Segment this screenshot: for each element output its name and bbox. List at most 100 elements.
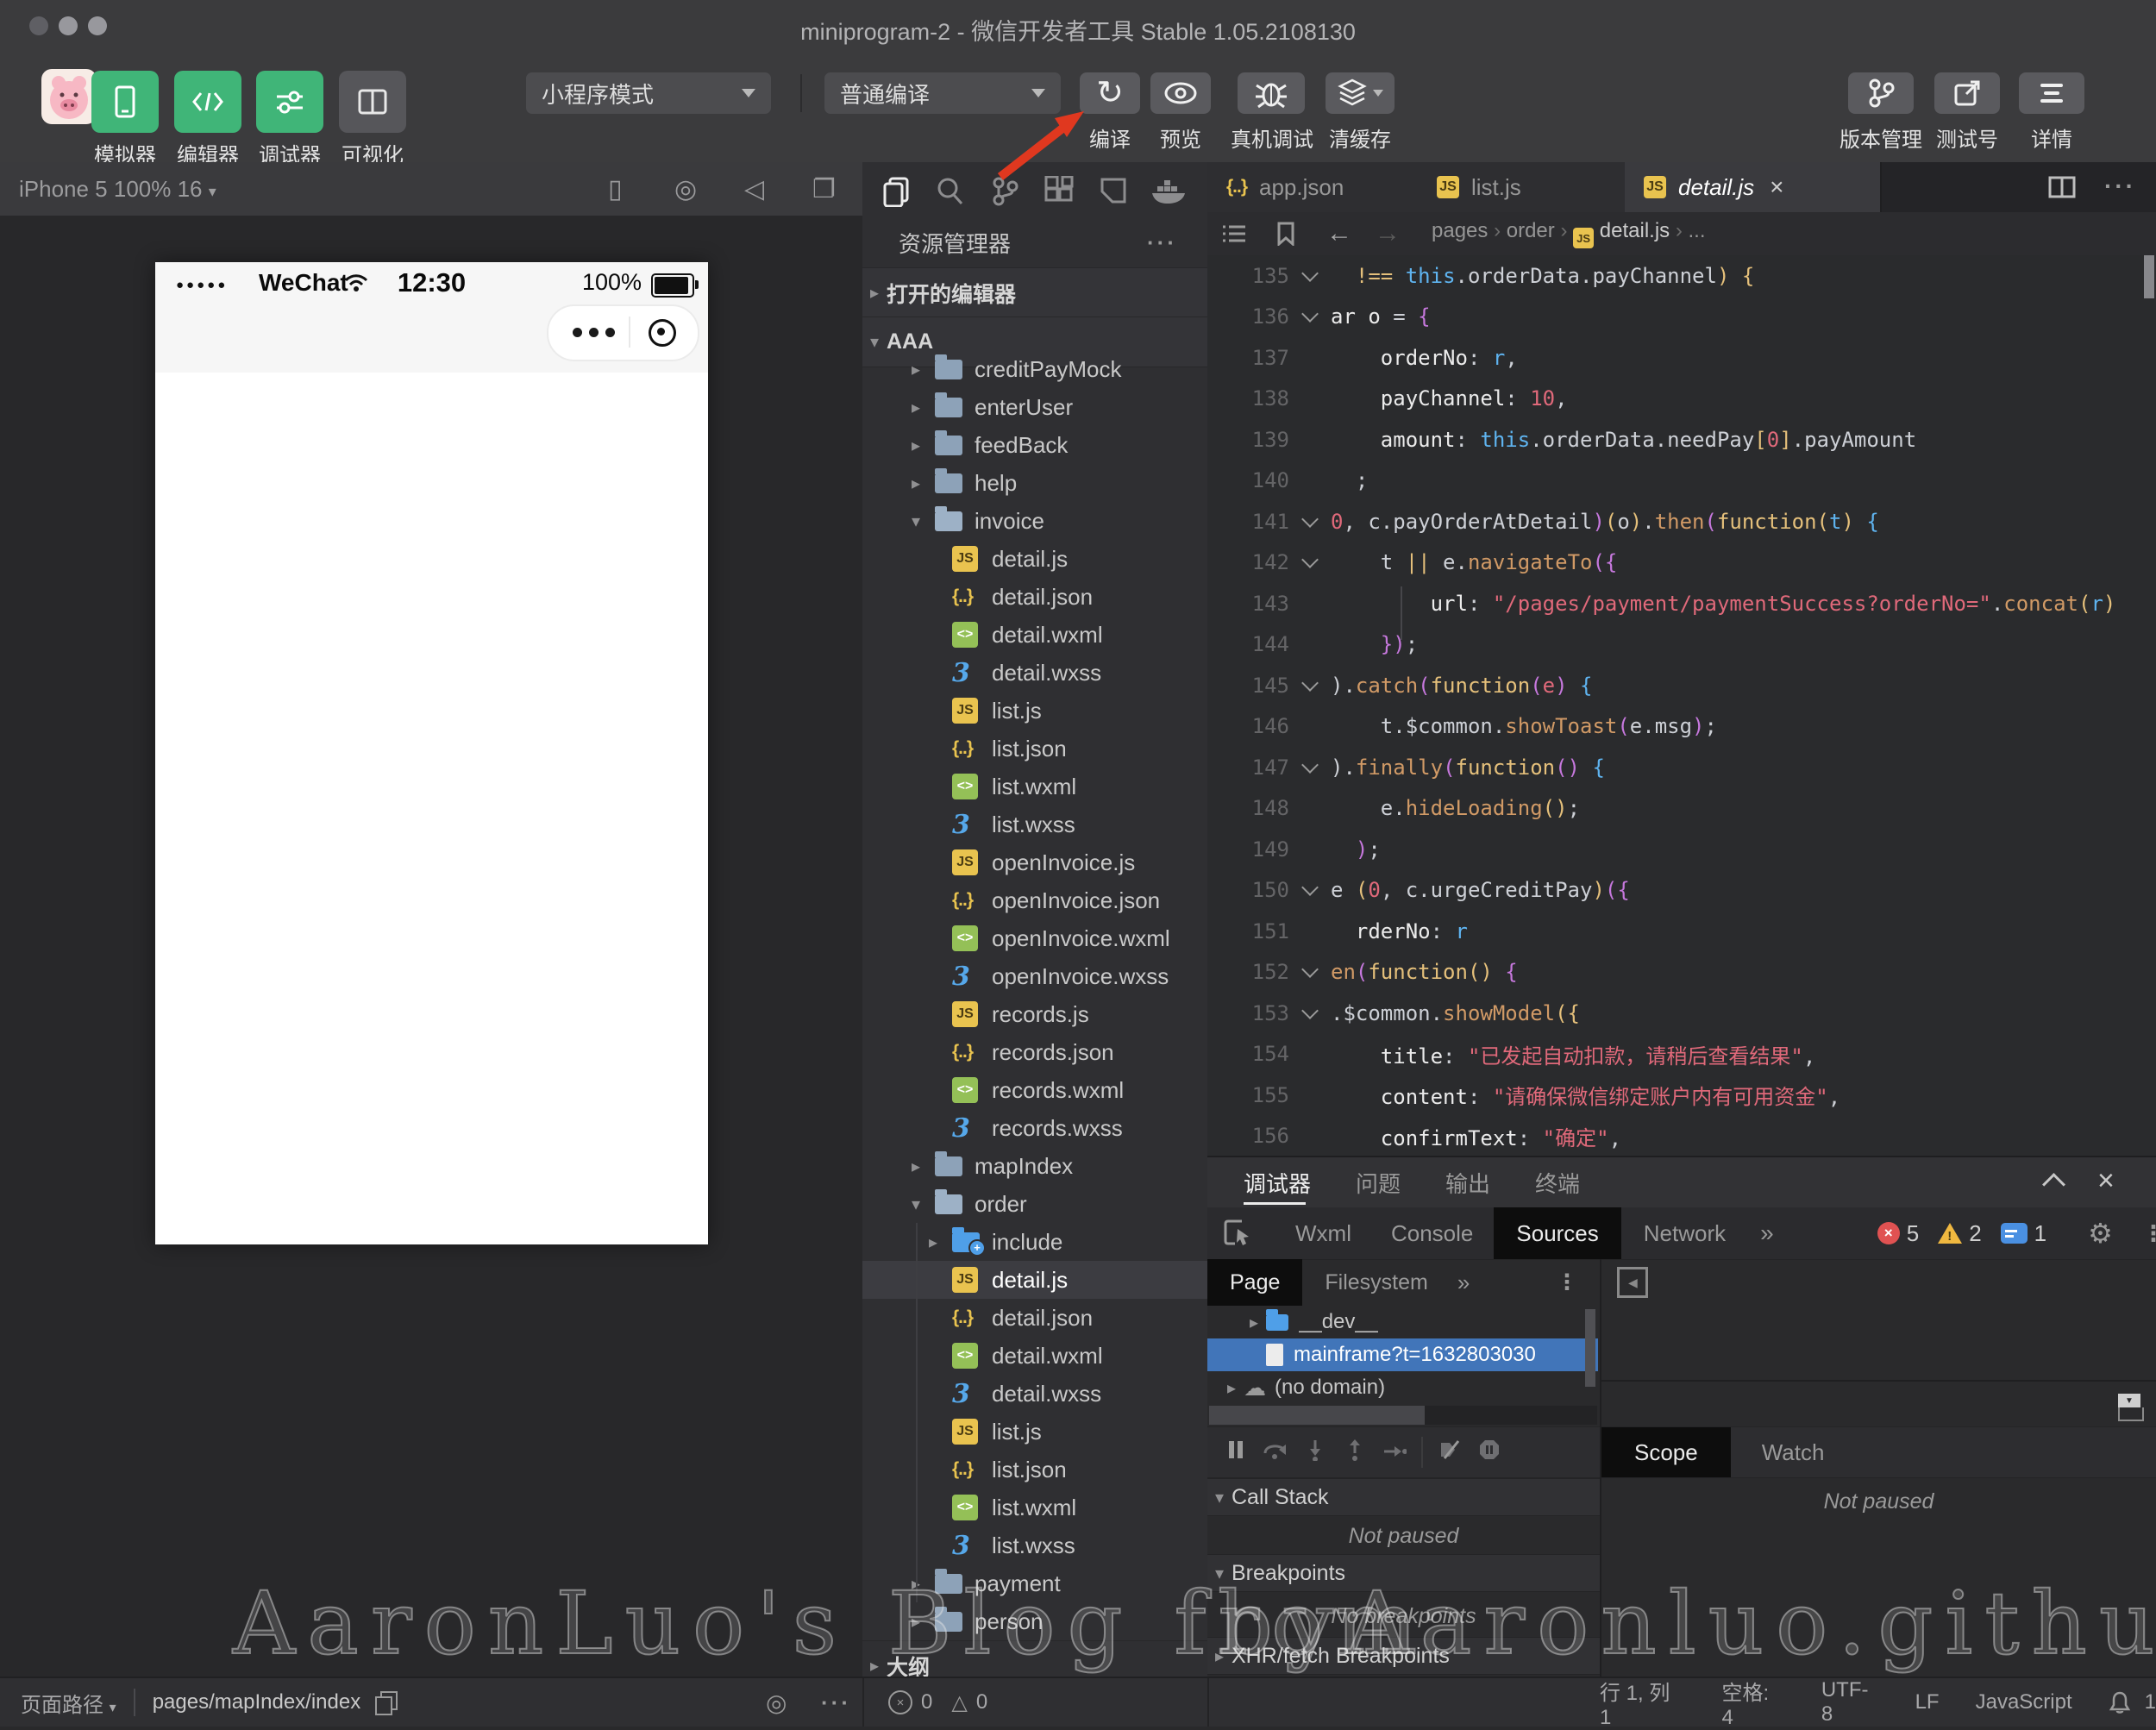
message-badge[interactable]: 1 bbox=[2000, 1220, 2046, 1247]
tree-item-detail.wxml[interactable]: <> detail.wxml bbox=[862, 616, 1207, 654]
tab-watch[interactable]: Watch bbox=[1762, 1439, 1825, 1466]
code-line-144[interactable]: 144 }); bbox=[1207, 624, 2156, 666]
code-line-151[interactable]: 151 rderNo: r bbox=[1207, 911, 2156, 952]
tree-item-enterUser[interactable]: ▸ enterUser bbox=[862, 388, 1207, 426]
debugger-toggle-button[interactable] bbox=[256, 71, 323, 133]
close-panel-icon[interactable]: × bbox=[2097, 1164, 2115, 1198]
tree-item-detail.wxss[interactable]: 3 detail.wxss bbox=[862, 1375, 1207, 1413]
tab-output[interactable]: 输出 bbox=[1445, 1167, 1490, 1199]
step-over-icon[interactable] bbox=[1256, 1439, 1295, 1466]
sources-hscrollbar[interactable] bbox=[1209, 1406, 1597, 1425]
sources-tree-item-2[interactable]: ▸ ☁ (no domain) bbox=[1207, 1371, 1598, 1404]
visualization-toggle-button[interactable] bbox=[339, 71, 406, 133]
pause-icon[interactable] bbox=[1216, 1439, 1256, 1466]
files-icon[interactable] bbox=[881, 176, 911, 207]
tree-item-detail.wxml[interactable]: <> detail.wxml bbox=[862, 1337, 1207, 1375]
tree-item-detail.wxss[interactable]: 3 detail.wxss bbox=[862, 654, 1207, 692]
devtools-tab-wxml[interactable]: Wxml bbox=[1295, 1220, 1351, 1247]
pause-on-exceptions-icon[interactable] bbox=[1470, 1439, 1509, 1467]
tree-item-openInvoice.js[interactable]: JS openInvoice.js bbox=[862, 843, 1207, 881]
code-line-155[interactable]: 155 content: "请确保微信绑定账户内有可用资金", bbox=[1207, 1075, 2156, 1116]
capsule-home-icon[interactable] bbox=[649, 319, 676, 347]
tab-problems[interactable]: 问题 bbox=[1356, 1167, 1401, 1199]
tree-item-feedBack[interactable]: ▸ feedBack bbox=[862, 426, 1207, 464]
record-icon[interactable]: ◎ bbox=[674, 174, 697, 204]
tree-item-detail.json[interactable]: {..} detail.json bbox=[862, 1299, 1207, 1337]
bell-icon[interactable] bbox=[2109, 1690, 2131, 1714]
code-editor[interactable]: 135 !== this.orderData.payChannel) {136 a… bbox=[1207, 255, 2156, 1156]
tree-item-detail.js[interactable]: JS detail.js bbox=[862, 540, 1207, 578]
search-icon[interactable] bbox=[935, 176, 964, 207]
multi-window-icon[interactable]: ❐ bbox=[812, 174, 836, 204]
tree-item-openInvoice.wxml[interactable]: <> openInvoice.wxml bbox=[862, 919, 1207, 957]
code-line-150[interactable]: 150 e (0, c.urgeCreditPay)({ bbox=[1207, 870, 2156, 912]
tree-item-list.wxml[interactable]: <> list.wxml bbox=[862, 768, 1207, 805]
code-line-142[interactable]: 142 t || e.navigateTo({ bbox=[1207, 542, 2156, 584]
capsule-menu[interactable] bbox=[547, 304, 699, 361]
sources-vscrollbar[interactable] bbox=[1585, 1309, 1595, 1387]
user-avatar[interactable] bbox=[41, 69, 97, 124]
phone-screen[interactable]: ●●●●● WeChat 12:30 100% bbox=[155, 262, 708, 1244]
xhr-breakpoints-header[interactable]: ▸ XHR/fetch Breakpoints bbox=[1207, 1637, 1600, 1675]
status-line-col[interactable]: 行 1, 列 1 bbox=[1600, 1676, 1686, 1730]
devtools-tab-sources[interactable]: Sources bbox=[1494, 1207, 1621, 1259]
more-icon[interactable]: ··· bbox=[821, 1689, 851, 1716]
kebab-menu-icon[interactable]: ⋮ bbox=[2142, 1220, 2156, 1247]
tab-debugger[interactable]: 调试器 bbox=[1244, 1167, 1311, 1199]
nav-back-icon[interactable]: ← bbox=[1326, 219, 1352, 248]
devtools-tab-network[interactable]: Network bbox=[1644, 1220, 1726, 1247]
status-eol[interactable]: LF bbox=[1915, 1690, 1940, 1714]
fold-chevron-icon[interactable] bbox=[1301, 551, 1319, 569]
fold-chevron-icon[interactable] bbox=[1301, 879, 1319, 897]
tree-item-openInvoice.wxss[interactable]: 3 openInvoice.wxss bbox=[862, 957, 1207, 995]
tree-item-detail.js[interactable]: JS detail.js bbox=[862, 1261, 1207, 1299]
preview-button[interactable] bbox=[1150, 72, 1211, 114]
code-line-140[interactable]: 140 ; bbox=[1207, 461, 2156, 502]
code-line-141[interactable]: 141 0, c.payOrderAtDetail)(o).then(functi… bbox=[1207, 501, 2156, 542]
rotate-device-icon[interactable]: ▯ bbox=[608, 174, 623, 204]
tree-item-mapIndex[interactable]: ▸ mapIndex bbox=[862, 1147, 1207, 1185]
tree-item-include[interactable]: ▸ + include bbox=[862, 1223, 1207, 1261]
step-into-icon[interactable] bbox=[1295, 1439, 1335, 1467]
simulator-toggle-button[interactable] bbox=[91, 71, 159, 133]
tab-detail-js[interactable]: JS detail.js × bbox=[1625, 162, 1882, 212]
code-line-137[interactable]: 137 orderNo: r, bbox=[1207, 337, 2156, 379]
status-encoding[interactable]: UTF-8 bbox=[1821, 1678, 1879, 1727]
fold-chevron-icon[interactable] bbox=[1301, 510, 1319, 528]
inspect-cursor-icon[interactable] bbox=[1223, 1219, 1252, 1248]
tree-item-records.wxss[interactable]: 3 records.wxss bbox=[862, 1109, 1207, 1147]
code-line-152[interactable]: 152 en(function() { bbox=[1207, 952, 2156, 993]
test-account-button[interactable] bbox=[1934, 72, 2000, 114]
sources-tree-item-0[interactable]: ▸ __dev__ bbox=[1207, 1306, 1598, 1338]
fold-chevron-icon[interactable] bbox=[1301, 755, 1319, 774]
fold-chevron-icon[interactable] bbox=[1301, 264, 1319, 282]
warning-badge[interactable]: ! 2 bbox=[1938, 1220, 1982, 1247]
code-line-156[interactable]: 156 confirmText: "确定", bbox=[1207, 1116, 2156, 1157]
code-line-154[interactable]: 154 title: "已发起自动扣款，请稍后查看结果", bbox=[1207, 1034, 2156, 1075]
kebab-menu-icon[interactable]: ⋮ bbox=[1556, 1269, 1577, 1295]
split-editor-icon[interactable] bbox=[2048, 176, 2076, 198]
code-line-143[interactable]: 143 url: "/pages/payment/paymentSuccess?… bbox=[1207, 583, 2156, 624]
tree-item-list.wxml[interactable]: <> list.wxml bbox=[862, 1489, 1207, 1526]
copy-icon[interactable] bbox=[374, 1691, 398, 1715]
hide-navigator-icon[interactable]: ◀ bbox=[1617, 1267, 1649, 1298]
breakpoints-header[interactable]: ▾ Breakpoints bbox=[1207, 1554, 1600, 1592]
tree-item-records.wxml[interactable]: <> records.wxml bbox=[862, 1071, 1207, 1109]
tree-item-list.js[interactable]: JS list.js bbox=[862, 1413, 1207, 1451]
tree-item-list.json[interactable]: {..} list.json bbox=[862, 1451, 1207, 1489]
code-line-145[interactable]: 145).catch(function(e) { bbox=[1207, 665, 2156, 706]
details-button[interactable] bbox=[2019, 72, 2084, 114]
code-line-147[interactable]: 147).finally(function() { bbox=[1207, 747, 2156, 788]
remote-debug-button[interactable] bbox=[1238, 72, 1305, 114]
editor-scrollbar[interactable] bbox=[2144, 255, 2154, 298]
code-line-135[interactable]: 135 !== this.orderData.payChannel) { bbox=[1207, 255, 2156, 297]
tree-item-person[interactable]: ▸ person bbox=[862, 1602, 1207, 1640]
nav-forward-icon[interactable]: → bbox=[1375, 219, 1401, 248]
mute-icon[interactable]: ◁ bbox=[744, 174, 764, 204]
code-line-136[interactable]: 136 ar o = { bbox=[1207, 297, 2156, 338]
tree-item-records.json[interactable]: {..} records.json bbox=[862, 1033, 1207, 1071]
version-control-button[interactable] bbox=[1848, 72, 1914, 114]
tree-item-invoice[interactable]: ▾ invoice bbox=[862, 502, 1207, 540]
fold-chevron-icon[interactable] bbox=[1301, 674, 1319, 692]
clear-cache-button[interactable] bbox=[1326, 72, 1395, 114]
